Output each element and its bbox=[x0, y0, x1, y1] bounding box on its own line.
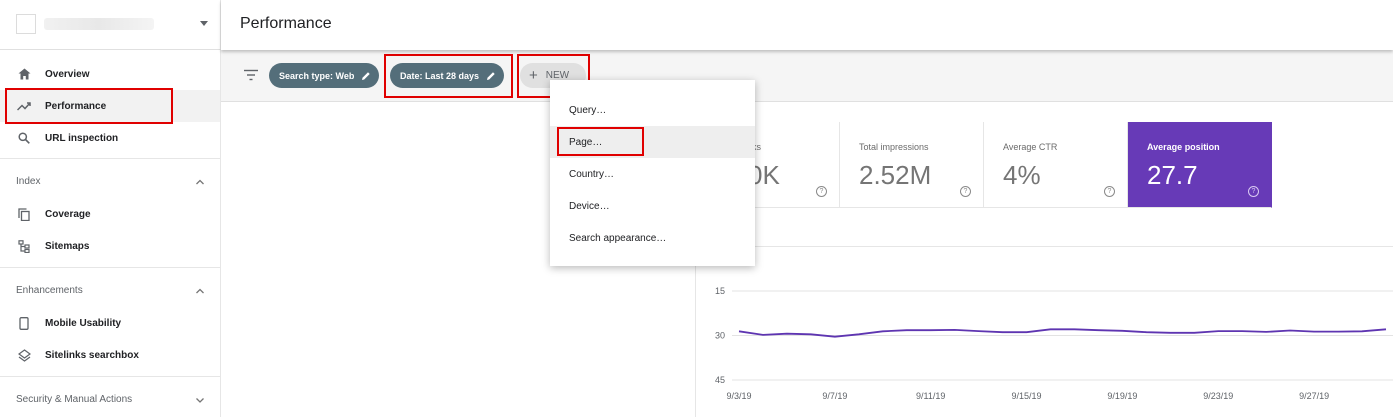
home-icon bbox=[17, 67, 31, 81]
sidebar-item-mobile-usability[interactable]: Mobile Usability bbox=[0, 307, 220, 339]
highlight-box-performance bbox=[5, 88, 173, 124]
metric-label: Average position bbox=[1147, 142, 1220, 152]
sidebar-item-label: URL inspection bbox=[45, 132, 119, 144]
y-tick-label: 45 bbox=[715, 375, 725, 385]
metric-label: Total impressions bbox=[859, 142, 929, 152]
metric-label: Average CTR bbox=[1003, 142, 1058, 152]
x-tick-label: 9/15/19 bbox=[1012, 391, 1042, 401]
app-header: Performance bbox=[221, 0, 1393, 50]
phone-icon bbox=[17, 316, 31, 330]
x-tick-label: 9/27/19 bbox=[1299, 391, 1329, 401]
x-tick-label: 9/19/19 bbox=[1107, 391, 1137, 401]
sidebar-item-label: Coverage bbox=[45, 208, 91, 220]
metric-card-position[interactable]: Average position 27.7 ? bbox=[1128, 122, 1272, 208]
x-tick-label: 9/3/19 bbox=[726, 391, 751, 401]
help-icon[interactable]: ? bbox=[1104, 186, 1115, 197]
filter-icon[interactable] bbox=[243, 69, 259, 81]
sidebar-item-sitelinks-searchbox[interactable]: Sitelinks searchbox bbox=[0, 339, 220, 371]
sidebar-item-label: Mobile Usability bbox=[45, 317, 122, 329]
y-tick-label: 30 bbox=[715, 331, 725, 341]
section-label-enhancements: Enhancements bbox=[16, 285, 83, 296]
chip-label: Search type: Web bbox=[279, 70, 355, 81]
x-tick-label: 9/23/19 bbox=[1203, 391, 1233, 401]
metric-value: 27.7 bbox=[1147, 160, 1198, 190]
menu-item-device[interactable]: Device… bbox=[550, 190, 755, 222]
divider bbox=[0, 267, 220, 268]
filter-chip-search-type[interactable]: Search type: Web bbox=[269, 63, 380, 88]
position-line-chart: 15 30 459/3/19 9/7/19 9/11/19 9/15/19 9/19/19 9… bbox=[715, 286, 1393, 401]
sidebar-item-overview[interactable]: Overview bbox=[0, 58, 220, 90]
property-name-redacted bbox=[44, 18, 154, 30]
help-icon[interactable]: ? bbox=[960, 186, 971, 197]
sidebar-item-label: Sitelinks searchbox bbox=[45, 349, 139, 361]
sitemap-icon bbox=[17, 239, 31, 253]
section-label-index: Index bbox=[16, 176, 41, 187]
x-tick-label: 9/11/19 bbox=[916, 391, 945, 401]
metric-value: 4% bbox=[1003, 160, 1041, 190]
edit-pencil-icon bbox=[362, 71, 371, 80]
divider bbox=[0, 158, 220, 159]
property-favicon bbox=[16, 14, 36, 34]
sidebar: Overview Performance URL inspection Inde… bbox=[0, 0, 221, 417]
chevron-down-icon bbox=[200, 21, 208, 26]
metric-value: 2.52M bbox=[859, 160, 932, 190]
sidebar-item-label: Sitemaps bbox=[45, 240, 90, 252]
section-label-security: Security & Manual Actions bbox=[16, 394, 133, 405]
help-icon[interactable]: ? bbox=[1248, 186, 1259, 197]
menu-item-country[interactable]: Country… bbox=[550, 158, 755, 190]
chevron-up-icon[interactable] bbox=[194, 176, 206, 188]
metric-card-ctr[interactable]: Average CTR 4% ? bbox=[984, 122, 1128, 208]
sidebar-item-label: Overview bbox=[45, 68, 90, 80]
copy-icon bbox=[17, 207, 31, 221]
divider bbox=[0, 376, 220, 377]
filter-type-menu: Query… Page… Country… Device… Search app… bbox=[550, 80, 755, 266]
menu-item-search-appearance[interactable]: Search appearance… bbox=[550, 222, 755, 254]
sidebar-item-coverage[interactable]: Coverage bbox=[0, 198, 220, 230]
highlight-box-date-chip bbox=[384, 54, 513, 98]
chart-divider bbox=[696, 246, 1393, 247]
chevron-down-icon[interactable] bbox=[194, 394, 206, 406]
y-tick-label: 15 bbox=[715, 286, 725, 296]
help-icon[interactable]: ? bbox=[816, 186, 827, 197]
x-tick-label: 9/7/19 bbox=[822, 391, 847, 401]
highlight-box-page-item bbox=[557, 127, 644, 156]
sidebar-item-url-inspection[interactable]: URL inspection bbox=[0, 122, 220, 154]
metric-card-impressions[interactable]: Total impressions 2.52M ? bbox=[840, 122, 984, 208]
layers-icon bbox=[17, 348, 31, 362]
search-icon bbox=[17, 131, 31, 145]
property-selector[interactable] bbox=[0, 0, 221, 50]
menu-item-query[interactable]: Query… bbox=[550, 94, 755, 126]
chevron-up-icon[interactable] bbox=[194, 285, 206, 297]
sidebar-item-sitemaps[interactable]: Sitemaps bbox=[0, 230, 220, 262]
page-title: Performance bbox=[240, 15, 332, 32]
